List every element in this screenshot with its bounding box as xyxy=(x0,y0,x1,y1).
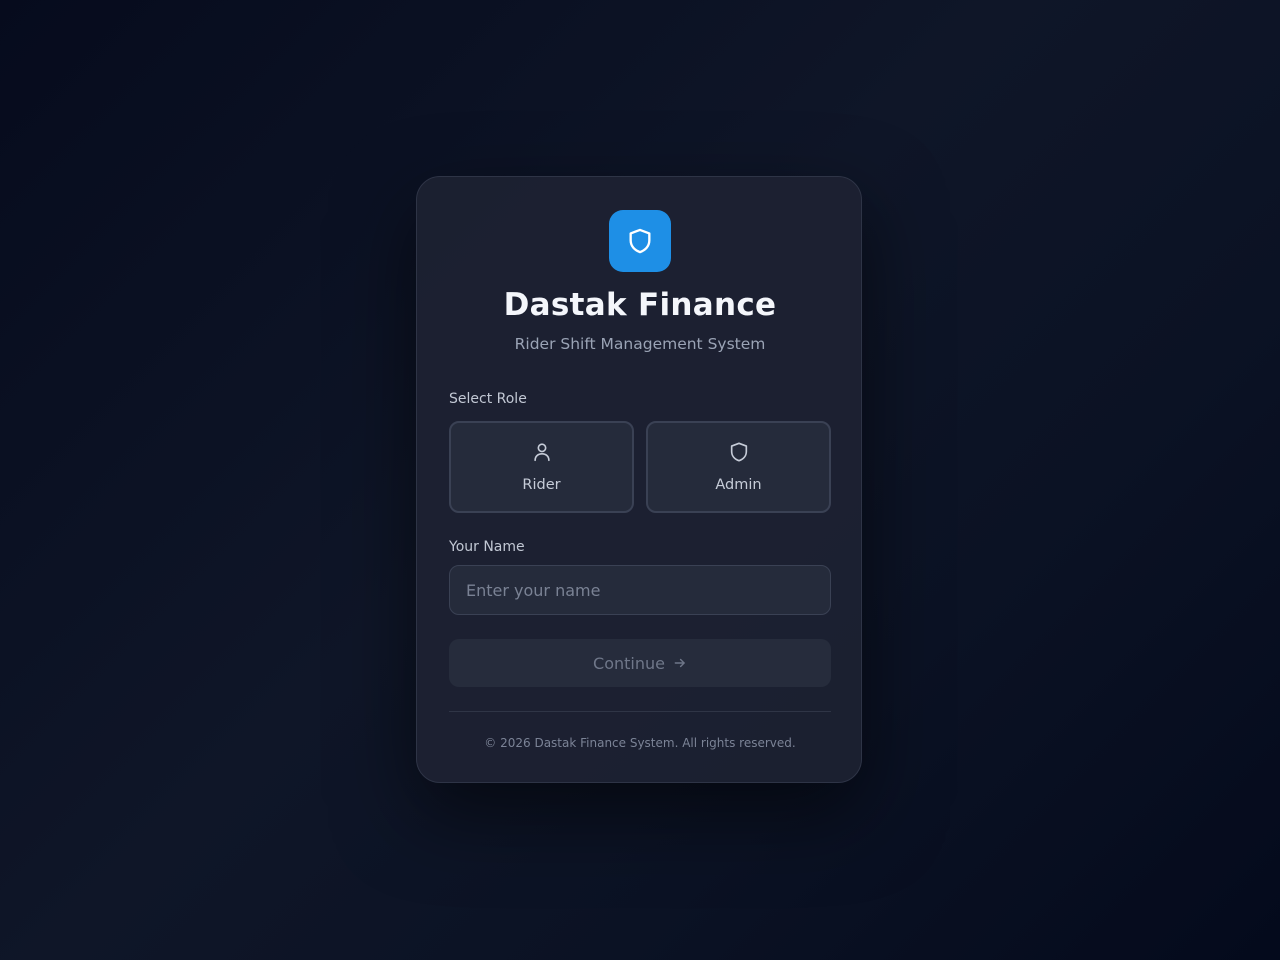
your-name-label: Your Name xyxy=(449,539,525,555)
shield-icon xyxy=(728,439,750,465)
admin-role-label: Admin xyxy=(715,477,762,493)
app-logo xyxy=(609,210,671,272)
footer-copyright: © 2026 Dastak Finance System. All rights… xyxy=(484,736,796,750)
app-subtitle: Rider Shift Management System xyxy=(514,335,766,353)
rider-role-button[interactable]: Rider xyxy=(449,421,634,513)
shield-icon xyxy=(629,228,651,254)
continue-button-label: Continue xyxy=(593,653,665,673)
app-title: Dastak Finance xyxy=(503,287,777,323)
arrow-right-icon xyxy=(674,658,685,668)
admin-role-button[interactable]: Admin xyxy=(646,421,831,513)
login-card: Dastak Finance Rider Shift Management Sy… xyxy=(416,176,862,783)
continue-button[interactable]: Continue xyxy=(449,639,831,687)
footer-divider xyxy=(449,711,831,712)
user-icon xyxy=(531,439,553,465)
name-input[interactable] xyxy=(449,565,831,615)
select-role-label: Select Role xyxy=(449,391,527,407)
rider-role-label: Rider xyxy=(522,477,561,493)
